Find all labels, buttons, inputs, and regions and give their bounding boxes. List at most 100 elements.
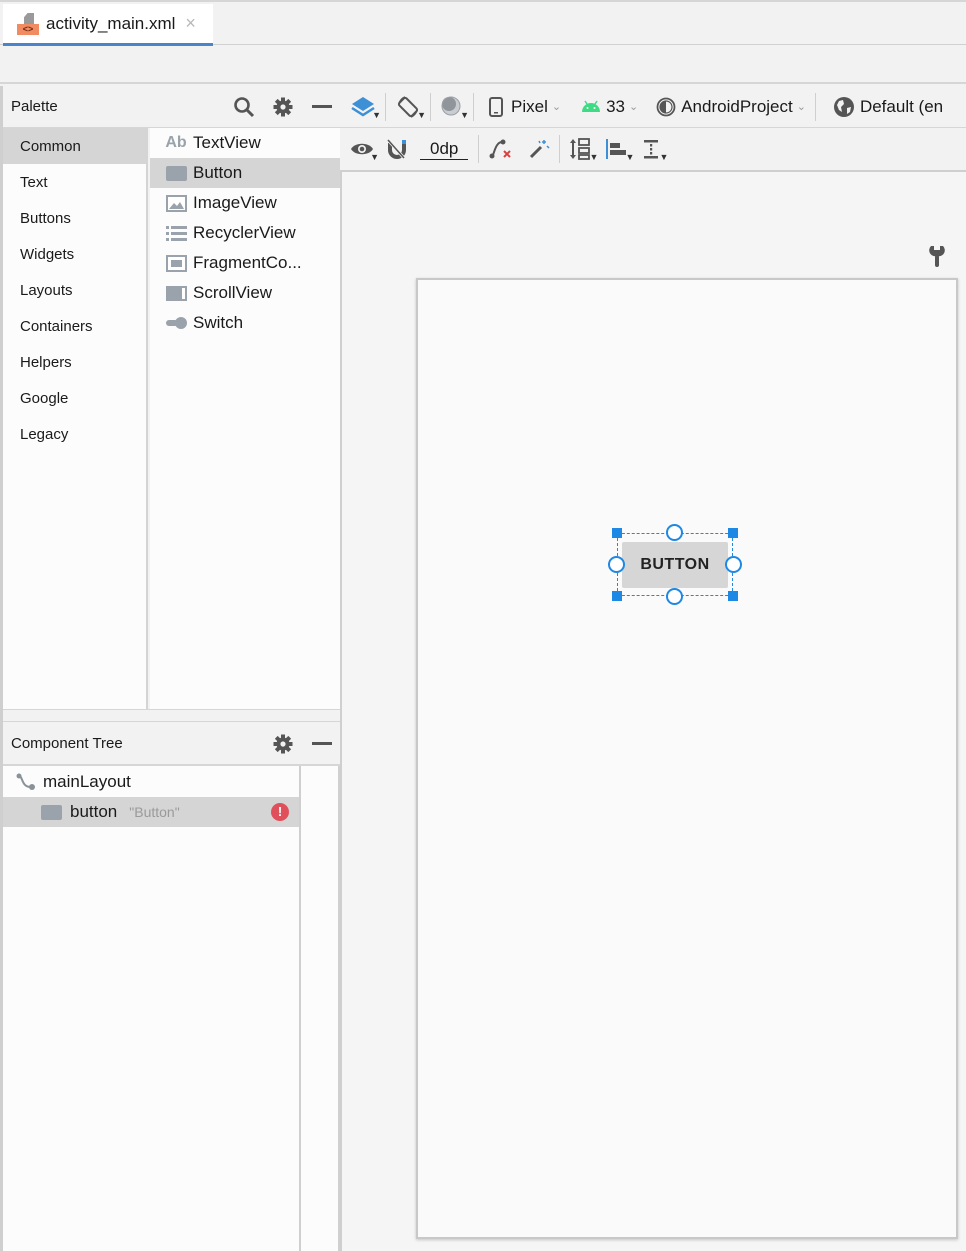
guidelines-button[interactable]: ▼ [637, 134, 668, 164]
imageview-icon [165, 194, 187, 212]
orientation-button[interactable]: ▼ [391, 92, 426, 122]
resize-handle-bottom-right[interactable] [728, 591, 738, 601]
tree-node-button[interactable]: button "Button" ! [3, 797, 299, 827]
dropdown-caret-icon: ▼ [460, 109, 469, 120]
constraint-anchor-top[interactable] [666, 524, 683, 541]
view-options-button[interactable]: ▼ [346, 134, 379, 164]
panel-splitter[interactable] [3, 709, 340, 722]
theme-selector[interactable]: AndroidProject ⌄ [652, 92, 810, 122]
category-common[interactable]: Common [3, 128, 146, 164]
magnet-off-icon [386, 139, 406, 159]
layout-toolbar: ▼ 0dp ▼ ▼ ▼ [340, 128, 966, 172]
phone-icon [489, 96, 503, 117]
wrench-icon[interactable] [926, 244, 948, 273]
gear-icon[interactable] [270, 731, 295, 756]
xml-file-icon: <> [17, 12, 39, 35]
tab-activity-main[interactable]: <> activity_main.xml × [3, 4, 213, 46]
globe-icon [833, 96, 854, 117]
dropdown-caret-icon: ▼ [589, 152, 599, 162]
toolbar-separator [473, 92, 474, 121]
category-helpers[interactable]: Helpers [3, 344, 146, 380]
error-icon[interactable]: ! [271, 803, 289, 821]
minimize-icon[interactable] [309, 731, 334, 756]
dropdown-caret-icon: ▼ [625, 152, 635, 162]
gear-icon[interactable] [270, 94, 295, 119]
widget-imageview[interactable]: ImageView [150, 188, 340, 218]
pack-button[interactable]: ▼ [565, 134, 599, 164]
resize-handle-bottom-left[interactable] [612, 591, 622, 601]
button-icon [41, 804, 62, 820]
editor-subbar [0, 46, 966, 84]
component-tree-header: Component Tree [3, 722, 340, 766]
api-level-selector[interactable]: 33 ⌄ [577, 92, 642, 122]
resize-handle-top-right[interactable] [728, 528, 738, 538]
tab-label: activity_main.xml [46, 13, 176, 33]
toolbar-separator [430, 92, 431, 121]
device-selector[interactable]: Pixel ⌄ [485, 92, 565, 122]
widget-label: RecyclerView [193, 223, 296, 242]
button-icon [165, 164, 187, 182]
theme-icon [656, 97, 676, 116]
default-margin-field[interactable]: 0dp [420, 138, 469, 160]
design-toolbar: ▼ ▼ ▼ Pixel ⌄ 33 ⌄ AndroidProject ⌄ Defa… [340, 86, 966, 128]
tree-node-hint: "Button" [129, 804, 180, 820]
category-layouts[interactable]: Layouts [3, 272, 146, 308]
widget-scrollview[interactable]: ScrollView [150, 278, 340, 308]
night-mode-button[interactable]: ▼ [436, 92, 469, 122]
widget-textview[interactable]: Ab TextView [150, 128, 340, 158]
theme-label: AndroidProject [681, 96, 793, 116]
category-legacy[interactable]: Legacy [3, 416, 146, 452]
toolbar-separator [559, 135, 561, 163]
widget-label: Switch [193, 313, 244, 332]
widget-recyclerview[interactable]: RecyclerView [150, 218, 340, 248]
chevron-down-icon: ⌄ [551, 101, 562, 113]
default-margin-value: 0dp [430, 138, 459, 158]
api-level-label: 33 [606, 96, 625, 116]
device-screen[interactable] [416, 278, 958, 1239]
tree-side-panel [301, 766, 340, 1251]
close-icon[interactable]: × [185, 13, 196, 34]
device-label: Pixel [511, 96, 548, 116]
component-tree: mainLayout button "Button" ! [3, 766, 301, 1251]
align-button[interactable]: ▼ [601, 134, 635, 164]
selection-outline [608, 524, 742, 605]
android-icon [582, 100, 601, 112]
constraint-anchor-bottom[interactable] [666, 588, 683, 605]
locale-selector[interactable]: Default (en [829, 92, 947, 122]
category-containers[interactable]: Containers [3, 308, 146, 344]
dropdown-caret-icon: ▼ [370, 152, 379, 162]
tree-node-label: button [70, 802, 118, 821]
dropdown-caret-icon: ▼ [417, 109, 426, 120]
category-google[interactable]: Google [3, 380, 146, 416]
toolbar-separator [385, 92, 386, 121]
widget-label: Button [193, 163, 243, 182]
dropdown-caret-icon: ▼ [372, 109, 381, 120]
resize-handle-top-left[interactable] [612, 528, 622, 538]
widget-label: ScrollView [193, 283, 273, 302]
category-text[interactable]: Text [3, 164, 146, 200]
widget-fragmentcontainer[interactable]: FragmentCo... [150, 248, 340, 278]
design-surface-button[interactable]: ▼ [346, 92, 381, 122]
locale-label: Default (en [859, 96, 944, 116]
recyclerview-icon [165, 224, 187, 242]
widget-switch[interactable]: Switch [150, 308, 340, 338]
tree-node-mainlayout[interactable]: mainLayout [3, 767, 299, 797]
infer-constraints-button[interactable] [524, 134, 554, 164]
constraint-anchor-right[interactable] [725, 556, 742, 573]
magic-wand-icon [530, 140, 550, 159]
clear-constraints-button[interactable] [484, 134, 518, 164]
toolbar-separator [814, 92, 816, 121]
widget-button[interactable]: Button [150, 158, 340, 188]
category-widgets[interactable]: Widgets [3, 236, 146, 272]
autoconnect-toggle[interactable] [382, 134, 412, 164]
palette-header: Palette [3, 86, 340, 128]
constraint-anchor-left[interactable] [608, 556, 625, 573]
minimize-icon[interactable] [309, 94, 334, 119]
clear-constraints-icon [489, 139, 512, 159]
layout-editor: <> activity_main.xml × Palette Common Te… [0, 0, 966, 1251]
chevron-down-icon: ⌄ [629, 101, 639, 113]
search-icon[interactable] [231, 94, 256, 119]
category-buttons[interactable]: Buttons [3, 200, 146, 236]
tree-node-label: mainLayout [43, 772, 131, 791]
component-tree-title: Component Tree [11, 734, 123, 752]
